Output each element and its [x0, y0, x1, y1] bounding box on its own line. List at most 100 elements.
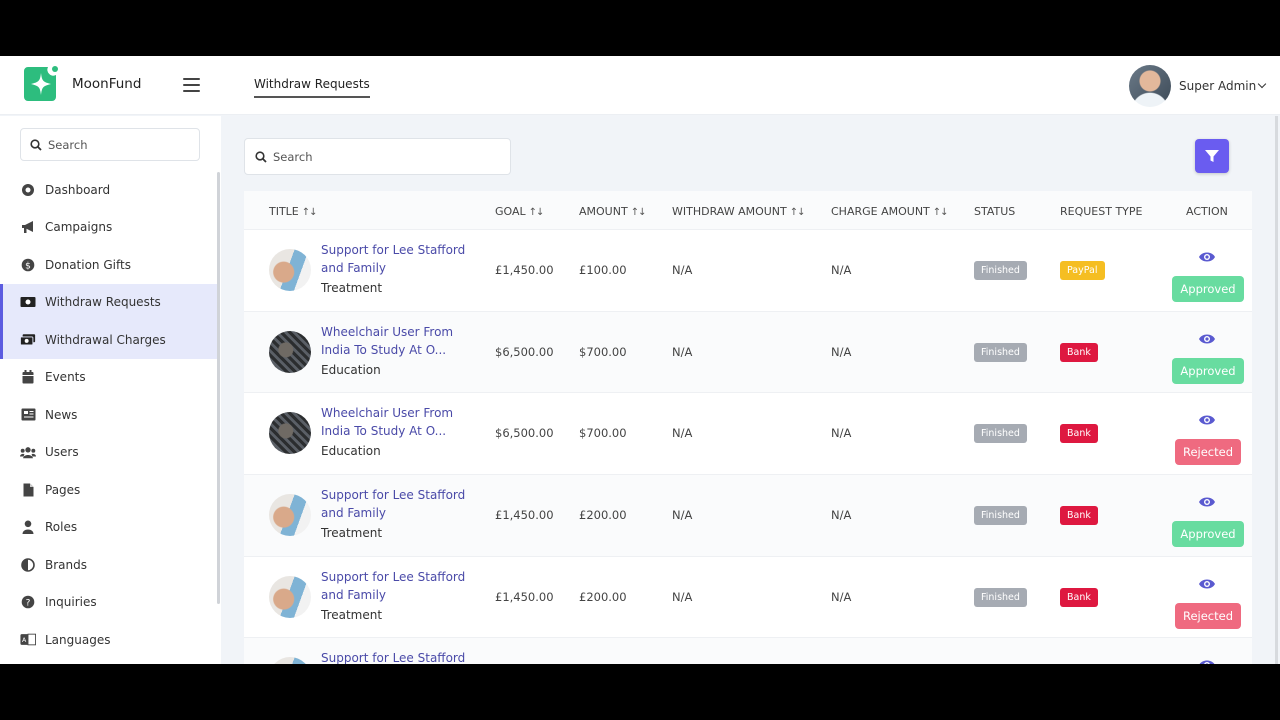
- sidebar-item-dashboard[interactable]: Dashboard: [0, 171, 217, 209]
- eye-icon[interactable]: [1198, 250, 1216, 264]
- column-header-title[interactable]: TITLE ↑↓: [269, 205, 318, 218]
- column-header-action: ACTION: [1186, 205, 1228, 218]
- tab-withdraw-requests[interactable]: Withdraw Requests: [254, 77, 370, 98]
- sidebar-item-withdrawal-charges[interactable]: Withdrawal Charges: [0, 321, 217, 359]
- status-badge: Finished: [974, 424, 1027, 444]
- charge-amount-value: N/A: [831, 344, 852, 359]
- brand[interactable]: MoonFund: [22, 65, 141, 103]
- brand-name: MoonFund: [72, 76, 142, 92]
- search-icon: [255, 150, 267, 163]
- withdraw-amount-value: N/A: [672, 589, 693, 604]
- campaign-thumbnail: [269, 330, 311, 373]
- sidebar-item-label: Pages: [45, 482, 81, 497]
- rejected-button[interactable]: Rejected: [1175, 439, 1241, 466]
- column-header-charge-amount[interactable]: CHARGE AMOUNT ↑↓: [831, 205, 949, 218]
- sidebar-search[interactable]: [20, 128, 200, 161]
- filter-button[interactable]: [1195, 139, 1229, 173]
- status-badge: Finished: [974, 261, 1027, 280]
- eye-icon[interactable]: [1198, 413, 1216, 427]
- campaign-title-link[interactable]: Support for Lee Stafford and Family: [321, 241, 465, 277]
- sidebar-item-news[interactable]: News: [0, 396, 217, 434]
- column-header-goal[interactable]: GOAL ↑↓: [495, 205, 545, 218]
- campaign-title-link[interactable]: Support for Lee Stafford and Family: [321, 486, 465, 522]
- sidebar-item-label: Events: [45, 370, 86, 385]
- charge-amount-value: N/A: [831, 263, 852, 277]
- avatar: [1129, 65, 1171, 107]
- eye-icon[interactable]: [1198, 495, 1216, 509]
- campaign-category: Treatment: [321, 526, 383, 541]
- request-type-badge: Bank: [1060, 587, 1098, 607]
- main-search-input[interactable]: [273, 149, 493, 164]
- sort-icon[interactable]: ↑↓: [790, 207, 806, 218]
- svg-text:?: ?: [26, 599, 31, 609]
- approved-button[interactable]: Approved: [1172, 357, 1244, 384]
- charge-amount-value: N/A: [831, 508, 852, 523]
- sidebar-search-input[interactable]: [48, 137, 188, 152]
- campaign-title-link[interactable]: Support for Lee Stafford: [321, 649, 465, 664]
- sidebar-item-label: News: [45, 407, 78, 422]
- campaign-category: Treatment: [321, 607, 383, 622]
- withdraw-amount-value: N/A: [672, 263, 693, 277]
- goal-value: $6,500.00: [495, 426, 554, 441]
- approved-button[interactable]: Approved: [1172, 521, 1244, 548]
- table-row: Wheelchair User From India To Study At O.…: [244, 311, 1252, 394]
- request-type-badge: Bank: [1060, 506, 1098, 526]
- sidebar-item-brands[interactable]: Brands: [0, 546, 217, 584]
- goal-value: £1,450.00: [495, 508, 554, 523]
- sidebar-scrollbar[interactable]: [217, 172, 220, 604]
- amount-value: £200.00: [579, 508, 627, 523]
- goal-value: £1,450.00: [495, 263, 554, 277]
- sort-icon[interactable]: ↑↓: [529, 207, 545, 218]
- user-menu[interactable]: Super Admin: [1129, 65, 1267, 107]
- main-search[interactable]: [244, 138, 511, 175]
- page-scrollbar[interactable]: [1275, 116, 1278, 664]
- campaign-category: Education: [321, 362, 381, 377]
- sort-icon[interactable]: ↑↓: [631, 207, 647, 218]
- svg-text:$: $: [25, 261, 31, 271]
- sidebar-item-withdraw-requests[interactable]: Withdraw Requests: [0, 283, 217, 321]
- column-header-withdraw-amount[interactable]: WITHDRAW AMOUNT ↑↓: [672, 205, 806, 218]
- table-row: Support for Lee Stafford and Family Treat…: [244, 230, 1252, 312]
- sidebar-item-label: Withdraw Requests: [45, 295, 161, 310]
- eye-icon[interactable]: [1198, 577, 1216, 591]
- amount-value: £200.00: [579, 589, 627, 604]
- eye-icon[interactable]: [1198, 332, 1216, 346]
- sidebar-item-languages[interactable]: A Languages: [0, 621, 217, 659]
- approved-button[interactable]: Approved: [1172, 276, 1244, 302]
- withdraw-amount-value: N/A: [672, 426, 693, 441]
- campaign-title-link[interactable]: Wheelchair User From India To Study At O.…: [321, 323, 453, 359]
- sidebar-item-users[interactable]: Users: [0, 434, 217, 472]
- sidebar-item-inquiries[interactable]: ? Inquiries: [0, 584, 217, 622]
- campaign-category: Treatment: [321, 281, 383, 295]
- half-circle-icon: [20, 557, 36, 573]
- table-row: Support for Lee Stafford and Family Treat…: [244, 475, 1252, 557]
- table-row: Wheelchair User From India To Study At O.…: [244, 393, 1252, 476]
- sidebar-item-label: Campaigns: [45, 220, 113, 235]
- campaign-thumbnail: [269, 249, 311, 291]
- column-header-amount[interactable]: AMOUNT ↑↓: [579, 205, 647, 218]
- sidebar-item-pages[interactable]: Pages: [0, 471, 217, 509]
- goal-value: £1,450.00: [495, 589, 554, 604]
- table-row: Support for Lee Stafford and Family Treat…: [244, 557, 1252, 639]
- sidebar-menu: Dashboard Campaigns $ Donation Gifts Wit…: [0, 171, 217, 659]
- charge-amount-value: N/A: [831, 589, 852, 604]
- amount-value: $700.00: [579, 426, 627, 441]
- sidebar-item-events[interactable]: Events: [0, 359, 217, 397]
- campaign-title-link[interactable]: Support for Lee Stafford and Family: [321, 568, 465, 604]
- sort-icon[interactable]: ↑↓: [302, 207, 318, 218]
- sort-icon[interactable]: ↑↓: [933, 207, 949, 218]
- rejected-button[interactable]: Rejected: [1175, 602, 1241, 629]
- sidebar-item-label: Languages: [45, 632, 111, 647]
- sidebar-item-donation-gifts[interactable]: $ Donation Gifts: [0, 246, 217, 284]
- menu-toggle-icon[interactable]: [183, 78, 200, 92]
- pages-icon: [20, 482, 36, 498]
- sidebar-item-campaigns[interactable]: Campaigns: [0, 209, 217, 247]
- campaign-title-link[interactable]: Wheelchair User From India To Study At O.…: [321, 404, 453, 440]
- user-name: Super Admin: [1179, 79, 1257, 93]
- eye-icon[interactable]: [1198, 658, 1216, 664]
- svg-text:A: A: [22, 637, 27, 644]
- sidebar-item-label: Dashboard: [45, 182, 111, 197]
- campaign-thumbnail: [269, 494, 311, 537]
- filter-icon: [1205, 150, 1219, 162]
- sidebar-item-roles[interactable]: Roles: [0, 509, 217, 547]
